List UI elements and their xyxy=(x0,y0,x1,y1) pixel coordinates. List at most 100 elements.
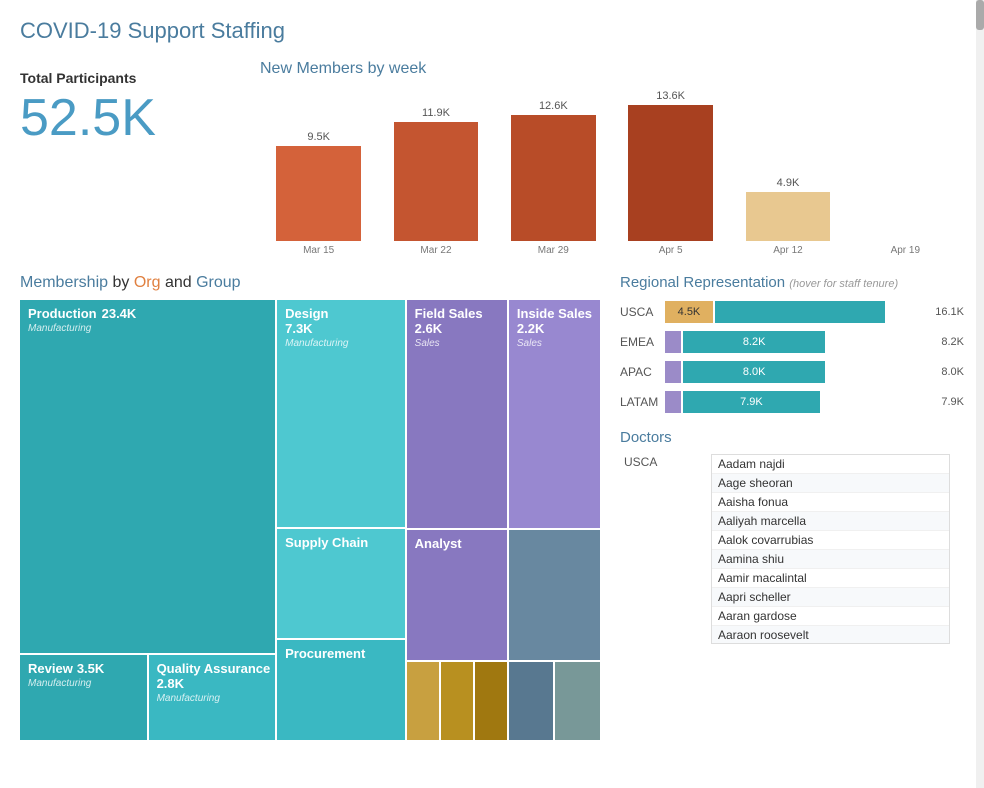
bar-bottom-label: Apr 12 xyxy=(773,245,802,256)
doctors-title: Doctors xyxy=(620,429,964,446)
treemap-col-1-bottom: Review 3.5K Manufacturing Quality Assura… xyxy=(20,655,275,740)
region-bar-seg xyxy=(715,301,885,323)
bar-group-Apr-19[interactable]: Apr 19 xyxy=(847,238,964,256)
treemap-col-2: Design 7.3K Manufacturing Supply Chain P… xyxy=(277,300,405,740)
region-bar-total-label: 8.0K xyxy=(941,366,964,378)
regional-title: Regional Representation (hover for staff… xyxy=(620,274,964,291)
tm-col4-small xyxy=(509,662,600,740)
region-label: USCA xyxy=(620,305,665,319)
top-row: Total Participants 52.5K New Members by … xyxy=(20,60,964,256)
region-row-apac[interactable]: APAC8.0K8.0K xyxy=(620,361,964,383)
tm-design[interactable]: Design 7.3K Manufacturing xyxy=(277,300,405,527)
tm-production-sub: Manufacturing xyxy=(28,323,267,334)
doctor-item[interactable]: Aaliyah marcella xyxy=(712,512,949,531)
doctors-list[interactable]: Aadam najdiAage sheoranAaisha fonuaAaliy… xyxy=(711,454,950,644)
region-bar-container: 8.0K xyxy=(665,361,937,383)
region-bar-seg xyxy=(665,361,681,383)
tm-production-name: Production xyxy=(28,306,97,321)
treemap-title: Membership by Org and Group xyxy=(20,274,600,292)
tm-field-sales[interactable]: Field Sales 2.6K Sales xyxy=(407,300,507,528)
doctors-list-cell: Aadam najdiAage sheoranAaisha fonuaAaliy… xyxy=(707,452,954,646)
tm-analyst[interactable]: Analyst xyxy=(407,530,507,660)
region-bar-total-label: 16.1K xyxy=(935,306,964,318)
region-row-emea[interactable]: EMEA8.2K8.2K xyxy=(620,331,964,353)
page-container: COVID-19 Support Staffing Total Particip… xyxy=(0,0,984,750)
tm-qa-name: Quality Assurance xyxy=(157,661,268,676)
region-bar-seg: 8.2K xyxy=(683,331,825,353)
tm-col4-small-1[interactable] xyxy=(509,662,554,740)
tm-production[interactable]: Production 23.4K Manufacturing xyxy=(20,300,275,653)
tm-procurement[interactable]: Procurement xyxy=(277,640,405,740)
bar-bottom-label: Mar 29 xyxy=(538,245,569,256)
bar-rect[interactable] xyxy=(511,115,595,241)
region-row-usca[interactable]: USCA4.5K 16.1K xyxy=(620,301,964,323)
doctor-item[interactable]: Aadam najdi xyxy=(712,455,949,474)
region-bar-container: 4.5K xyxy=(665,301,931,323)
tm-small-3[interactable] xyxy=(475,662,507,740)
tm-small-cells xyxy=(407,662,507,740)
tm-review-num: 3.5K xyxy=(77,661,104,676)
bar-rect[interactable] xyxy=(746,192,830,241)
bar-group-Mar-29[interactable]: 12.6K Mar 29 xyxy=(495,100,612,256)
region-label: LATAM xyxy=(620,395,665,409)
bar-chart-title: New Members by week xyxy=(260,60,964,78)
region-bar-seg: 4.5K xyxy=(665,301,713,323)
doctor-item[interactable]: Aamina shiu xyxy=(712,550,949,569)
total-participants-label: Total Participants xyxy=(20,70,240,86)
tm-design-name: Design xyxy=(285,306,397,321)
bar-top-label: 13.6K xyxy=(656,90,685,102)
tm-field-sales-sub: Sales xyxy=(415,338,499,349)
tm-col4-bottom[interactable] xyxy=(509,530,600,660)
bar-rect[interactable] xyxy=(394,122,478,241)
doctor-item[interactable]: Aage sheoran xyxy=(712,474,949,493)
region-bar-seg xyxy=(665,391,681,413)
tm-design-sub: Manufacturing xyxy=(285,338,397,349)
region-bar-seg: 8.0K xyxy=(683,361,825,383)
bar-top-label: 11.9K xyxy=(422,107,450,119)
bar-top-label: 9.5K xyxy=(307,131,330,143)
bar-bottom-label: Mar 22 xyxy=(420,245,451,256)
tm-inside-sales-num: 2.2K xyxy=(517,321,592,336)
bar-group-Apr-12[interactable]: 4.9K Apr 12 xyxy=(729,177,846,256)
treemap-col-3: Field Sales 2.6K Sales Analyst xyxy=(407,300,507,740)
bar-bottom-label: Apr 19 xyxy=(891,245,920,256)
doctor-item[interactable]: Aaisha fonua xyxy=(712,493,949,512)
bar-top-label: 12.6K xyxy=(539,100,568,112)
tm-field-sales-name: Field Sales xyxy=(415,306,499,321)
tm-analyst-name: Analyst xyxy=(415,536,499,551)
tm-review[interactable]: Review 3.5K Manufacturing xyxy=(20,655,147,740)
tm-review-sub: Manufacturing xyxy=(28,678,139,689)
bar-rect[interactable] xyxy=(628,105,712,241)
tm-quality-assurance[interactable]: Quality Assurance 2.8K Manufacturing xyxy=(149,655,276,740)
tm-inside-sales[interactable]: Inside Sales 2.2K Sales xyxy=(509,300,600,528)
tm-inside-sales-name: Inside Sales xyxy=(517,306,592,321)
tm-qa-sub: Manufacturing xyxy=(157,693,268,704)
bar-group-Apr-5[interactable]: 13.6KApr 5 xyxy=(612,90,729,256)
tm-supply-chain[interactable]: Supply Chain xyxy=(277,529,405,639)
bar-top-label: 4.9K xyxy=(777,177,800,189)
region-bar-container: 7.9K xyxy=(665,391,937,413)
tm-field-sales-num: 2.6K xyxy=(415,321,499,336)
doctors-scrollbar[interactable] xyxy=(976,0,984,788)
doctor-item[interactable]: Aamir macalintal xyxy=(712,569,949,588)
treemap-col-1: Production 23.4K Manufacturing Review 3.… xyxy=(20,300,275,740)
doctor-item[interactable]: Aalok covarrubias xyxy=(712,531,949,550)
doctors-section: Doctors USCA Aadam najdiAage sheoranAais… xyxy=(620,429,964,646)
bar-rect[interactable] xyxy=(276,146,360,241)
doctor-item[interactable]: Aapri scheller xyxy=(712,588,949,607)
tm-small-2[interactable] xyxy=(441,662,473,740)
tm-col4-small-2[interactable] xyxy=(555,662,600,740)
bar-group-Mar-15[interactable]: 9.5K Mar 15 xyxy=(260,131,377,256)
middle-row: Membership by Org and Group Production 2… xyxy=(20,274,964,740)
bar-group-Mar-22[interactable]: 11.9K Mar 22 xyxy=(377,107,494,256)
tm-small-1[interactable] xyxy=(407,662,439,740)
tm-supply-chain-name: Supply Chain xyxy=(285,535,397,550)
doctor-item[interactable]: Aaraon roosevelt xyxy=(712,626,949,644)
total-participants-panel: Total Participants 52.5K xyxy=(20,60,240,256)
doctor-item[interactable]: Aaran gardose xyxy=(712,607,949,626)
page-title: COVID-19 Support Staffing xyxy=(20,18,964,44)
regional-hover-hint: (hover for staff tenure) xyxy=(789,278,898,290)
treemap: Production 23.4K Manufacturing Review 3.… xyxy=(20,300,600,740)
bar-bottom-label: Mar 15 xyxy=(303,245,334,256)
region-row-latam[interactable]: LATAM7.9K7.9K xyxy=(620,391,964,413)
